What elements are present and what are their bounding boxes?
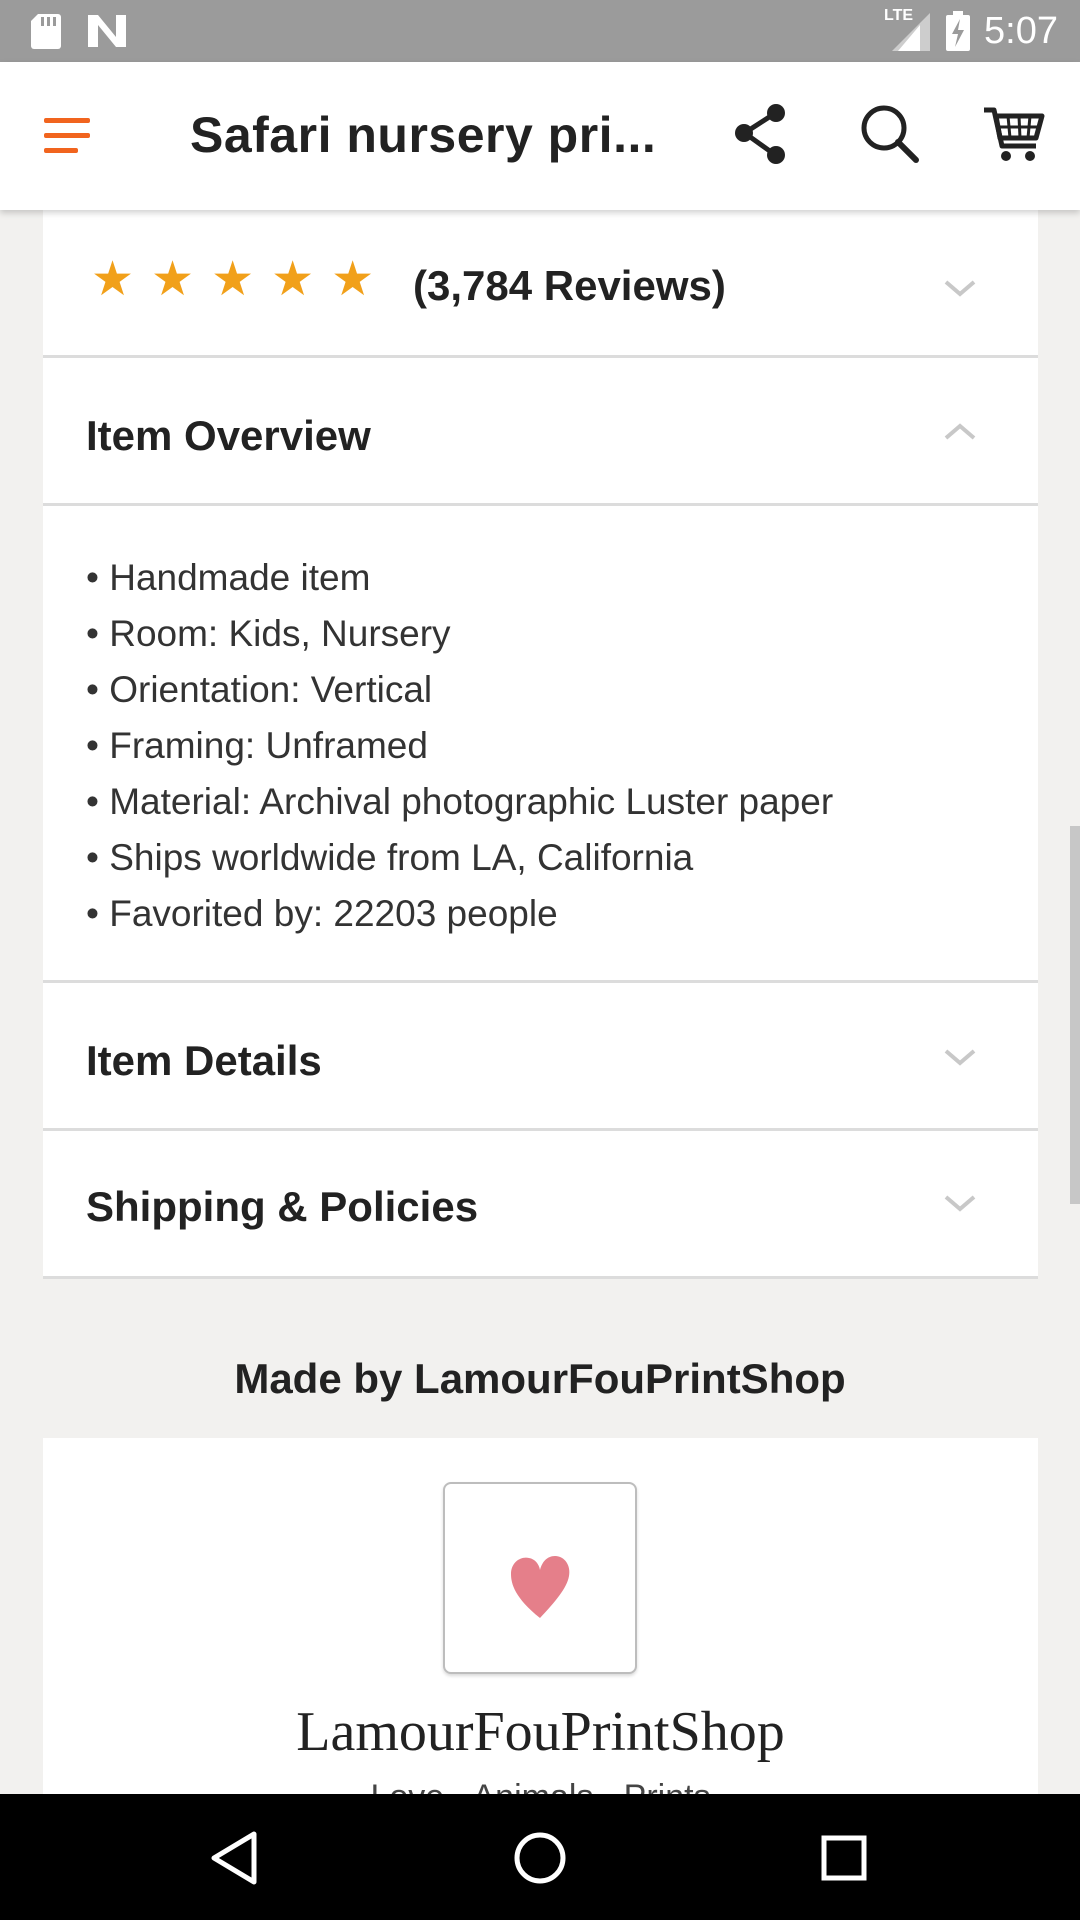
star-icon: ★ [211, 253, 255, 306]
menu-button[interactable] [40, 112, 98, 160]
recents-icon [821, 1835, 867, 1881]
chevron-down-icon [944, 1049, 976, 1066]
shop-card[interactable]: LamourFouPrintShop Love · Animals · Prin… [43, 1438, 1038, 1816]
home-button[interactable] [508, 1826, 572, 1890]
list-item: • Material: Archival photographic Luster… [86, 781, 834, 822]
chevron-down-icon [944, 280, 976, 297]
item-overview-title: Item Overview [86, 412, 371, 459]
overview-list: • Handmade item • Room: Kids, Nursery • … [86, 550, 833, 942]
reviews-count: (3,784 Reviews) [413, 262, 726, 309]
list-item: • Framing: Unframed [86, 725, 428, 766]
list-item: • Ships worldwide from LA, California [86, 837, 694, 878]
menu-icon [44, 118, 90, 153]
reviews-row[interactable]: ★ ★ ★ ★ ★ (3,784 Reviews) [43, 210, 1038, 358]
cart-button[interactable] [982, 102, 1046, 166]
status-right: LTE 5:07 [884, 0, 1058, 62]
back-button[interactable] [204, 1826, 268, 1890]
star-icon: ★ [151, 253, 195, 306]
shipping-policies-header[interactable]: Shipping & Policies [43, 1131, 1038, 1279]
app-bar: Safari nursery pri... [0, 62, 1080, 210]
search-button[interactable] [858, 102, 922, 166]
list-item: • Favorited by: 22203 people [86, 893, 558, 934]
scrollbar-thumb[interactable] [1070, 826, 1080, 1204]
item-overview-content: • Handmade item • Room: Kids, Nursery • … [43, 506, 1038, 983]
cart-icon [984, 107, 1045, 161]
item-details-title: Item Details [86, 1037, 322, 1084]
page-title: Safari nursery pri... [190, 107, 657, 163]
item-overview-header[interactable]: Item Overview [43, 358, 1038, 506]
navigation-bar [0, 1794, 1080, 1920]
n-notification-icon [88, 15, 126, 47]
list-item: • Orientation: Vertical [86, 669, 433, 710]
chevron-up-icon [944, 423, 976, 440]
home-icon [514, 1832, 566, 1884]
star-icon: ★ [271, 253, 315, 306]
star-icon: ★ [91, 253, 135, 306]
back-icon [211, 1831, 257, 1885]
signal-icon: LTE [884, 7, 932, 53]
list-item: • Handmade item [86, 557, 371, 598]
status-left-icons [30, 12, 128, 50]
battery-charging-icon [946, 11, 971, 51]
shop-logo[interactable] [443, 1482, 637, 1674]
sd-card-icon [31, 14, 61, 49]
share-button[interactable] [730, 102, 794, 166]
share-icon [735, 104, 785, 164]
made-by-heading: Made by LamourFouPrintShop [234, 1355, 846, 1402]
recents-button[interactable] [812, 1826, 876, 1890]
list-item: • Room: Kids, Nursery [86, 613, 451, 654]
shop-name[interactable]: LamourFouPrintShop [43, 1700, 1038, 1764]
clock: 5:07 [984, 9, 1058, 52]
chevron-down-icon [944, 1195, 976, 1212]
heart-icon [511, 1556, 570, 1618]
star-icon: ★ [331, 253, 375, 306]
star-rating: ★ ★ ★ ★ ★ [91, 256, 374, 304]
shipping-policies-title: Shipping & Policies [86, 1183, 479, 1230]
status-bar: LTE 5:07 [0, 0, 1080, 62]
item-details-header[interactable]: Item Details [43, 983, 1038, 1131]
search-icon [861, 105, 919, 163]
